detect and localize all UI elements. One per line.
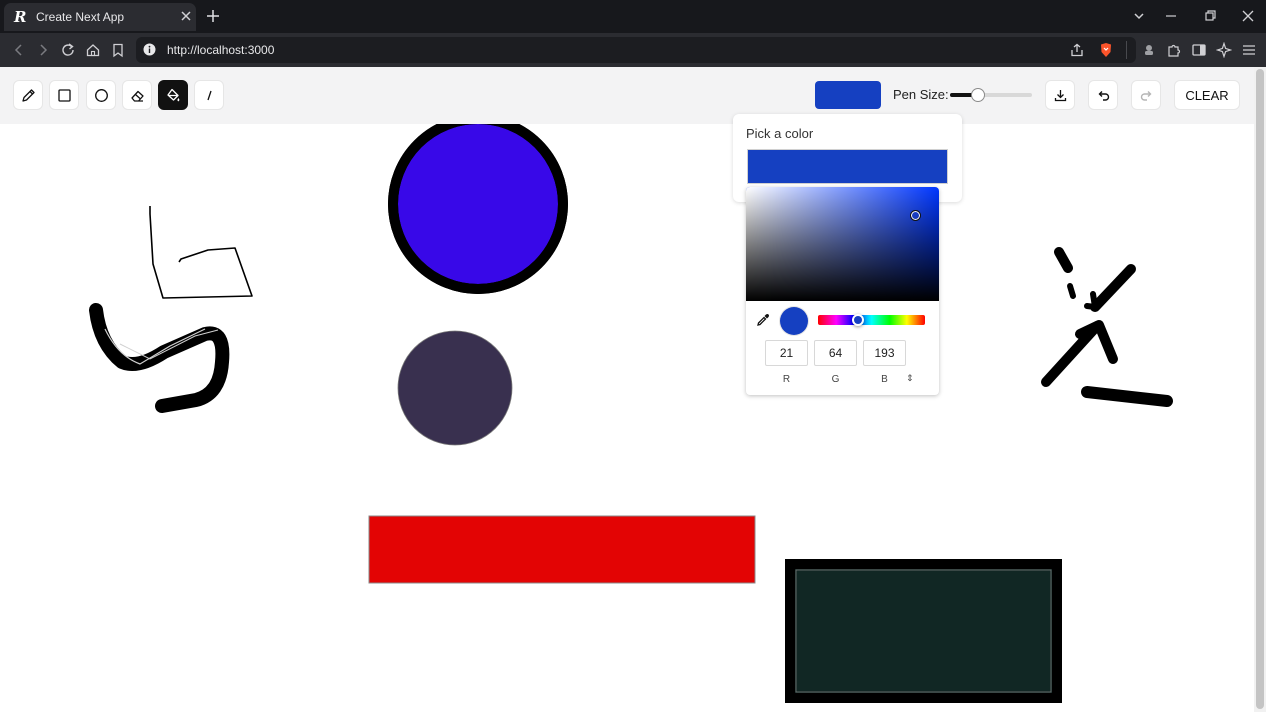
color-picker-title: Pick a color [746,126,814,141]
hue-slider[interactable] [818,314,925,326]
pen-size-label: Pen Size: [893,87,949,102]
drawing-toolbar: Pen Size: CLEAR [0,67,1254,124]
circle-tool-button[interactable] [86,80,116,110]
rectangle-tool-button[interactable] [49,80,79,110]
stroke-bottom [1081,386,1173,407]
scrollbar-thumb[interactable] [1256,69,1264,709]
green-channel-input[interactable]: 64 [814,340,857,366]
square-icon [57,88,71,102]
pencil-icon [21,88,35,102]
window-close-icon[interactable] [1241,9,1255,23]
bookmark-icon[interactable] [110,42,126,58]
extensions-icon[interactable] [1166,42,1182,58]
plus-icon[interactable] [205,8,221,24]
close-icon[interactable] [179,9,193,23]
menu-icon[interactable] [1241,42,1257,58]
clear-button[interactable]: CLEAR [1174,80,1240,110]
blue-channel-label: B [881,374,888,385]
forward-icon[interactable] [35,42,51,58]
paint-app: Pen Size: CLEAR [0,67,1254,712]
saturation-area[interactable] [746,187,939,301]
toolbar-divider [1126,41,1127,59]
url-text: http://localhost:3000 [167,43,275,57]
line-icon [206,90,212,100]
thick-curve-stroke [89,303,230,413]
pencil-stroke [149,206,253,299]
address-bar: http://localhost:3000 [0,33,1266,67]
selected-color-bar[interactable] [747,149,948,184]
format-toggle-icon[interactable]: ⇕ [906,373,914,384]
eraser-icon [130,90,144,102]
blue-channel-input[interactable]: 193 [863,340,906,366]
vertical-scrollbar[interactable] [1254,67,1266,712]
line-tool-button[interactable] [194,80,224,110]
url-field[interactable]: http://localhost:3000 [136,37,1136,63]
chevron-down-icon[interactable] [1132,9,1146,23]
minimize-icon[interactable] [1164,9,1178,23]
pen-size-slider-knob[interactable] [970,88,985,102]
home-icon[interactable] [85,42,101,58]
stroke-small [1067,283,1076,299]
paint-bucket-icon [166,88,179,101]
sidebar-icon[interactable] [1191,42,1207,58]
eyedropper-icon[interactable] [756,313,770,327]
color-preview-circle [780,307,808,335]
browser-tab-bar: R Create Next App [0,0,1266,33]
stroke-diagonal-short [1090,264,1136,312]
redo-button[interactable] [1131,80,1161,110]
fill-tool-button[interactable] [158,80,188,110]
share-icon[interactable] [1069,42,1085,58]
circle-icon [94,88,108,102]
wallet-icon[interactable] [1141,42,1157,58]
stroke-top-dash [1054,247,1073,273]
pen-size-slider[interactable] [950,88,1032,102]
red-channel-input[interactable]: 21 [765,340,808,366]
red-rectangle [368,515,756,584]
current-color-swatch[interactable] [815,81,881,109]
reload-icon[interactable] [60,42,76,58]
red-channel-label: R [782,374,791,385]
browser-tab[interactable]: R Create Next App [4,3,196,31]
undo-button[interactable] [1088,80,1118,110]
download-icon [1054,89,1066,101]
undo-icon [1098,90,1109,101]
tab-favicon-icon: R [14,8,27,26]
brave-shield-icon[interactable] [1098,42,1114,58]
stroke-arrowhead [1084,291,1099,311]
eraser-tool-button[interactable] [122,80,152,110]
hue-slider-knob[interactable] [851,314,864,326]
color-picker-panel: 21 64 193 R G B ⇕ [746,187,939,395]
info-icon[interactable] [143,43,156,56]
dark-circle [397,330,513,446]
tab-title: Create Next App [36,10,125,24]
green-channel-label: G [831,374,840,385]
saturation-cursor[interactable] [910,210,921,221]
redo-icon [1140,90,1151,101]
drawing-canvas[interactable] [0,124,1254,712]
pencil-tool-button[interactable] [13,80,43,110]
dark-rectangle [785,559,1062,703]
leo-icon[interactable] [1216,42,1232,58]
back-icon[interactable] [11,42,27,58]
restore-icon[interactable] [1203,9,1217,23]
download-button[interactable] [1045,80,1075,110]
